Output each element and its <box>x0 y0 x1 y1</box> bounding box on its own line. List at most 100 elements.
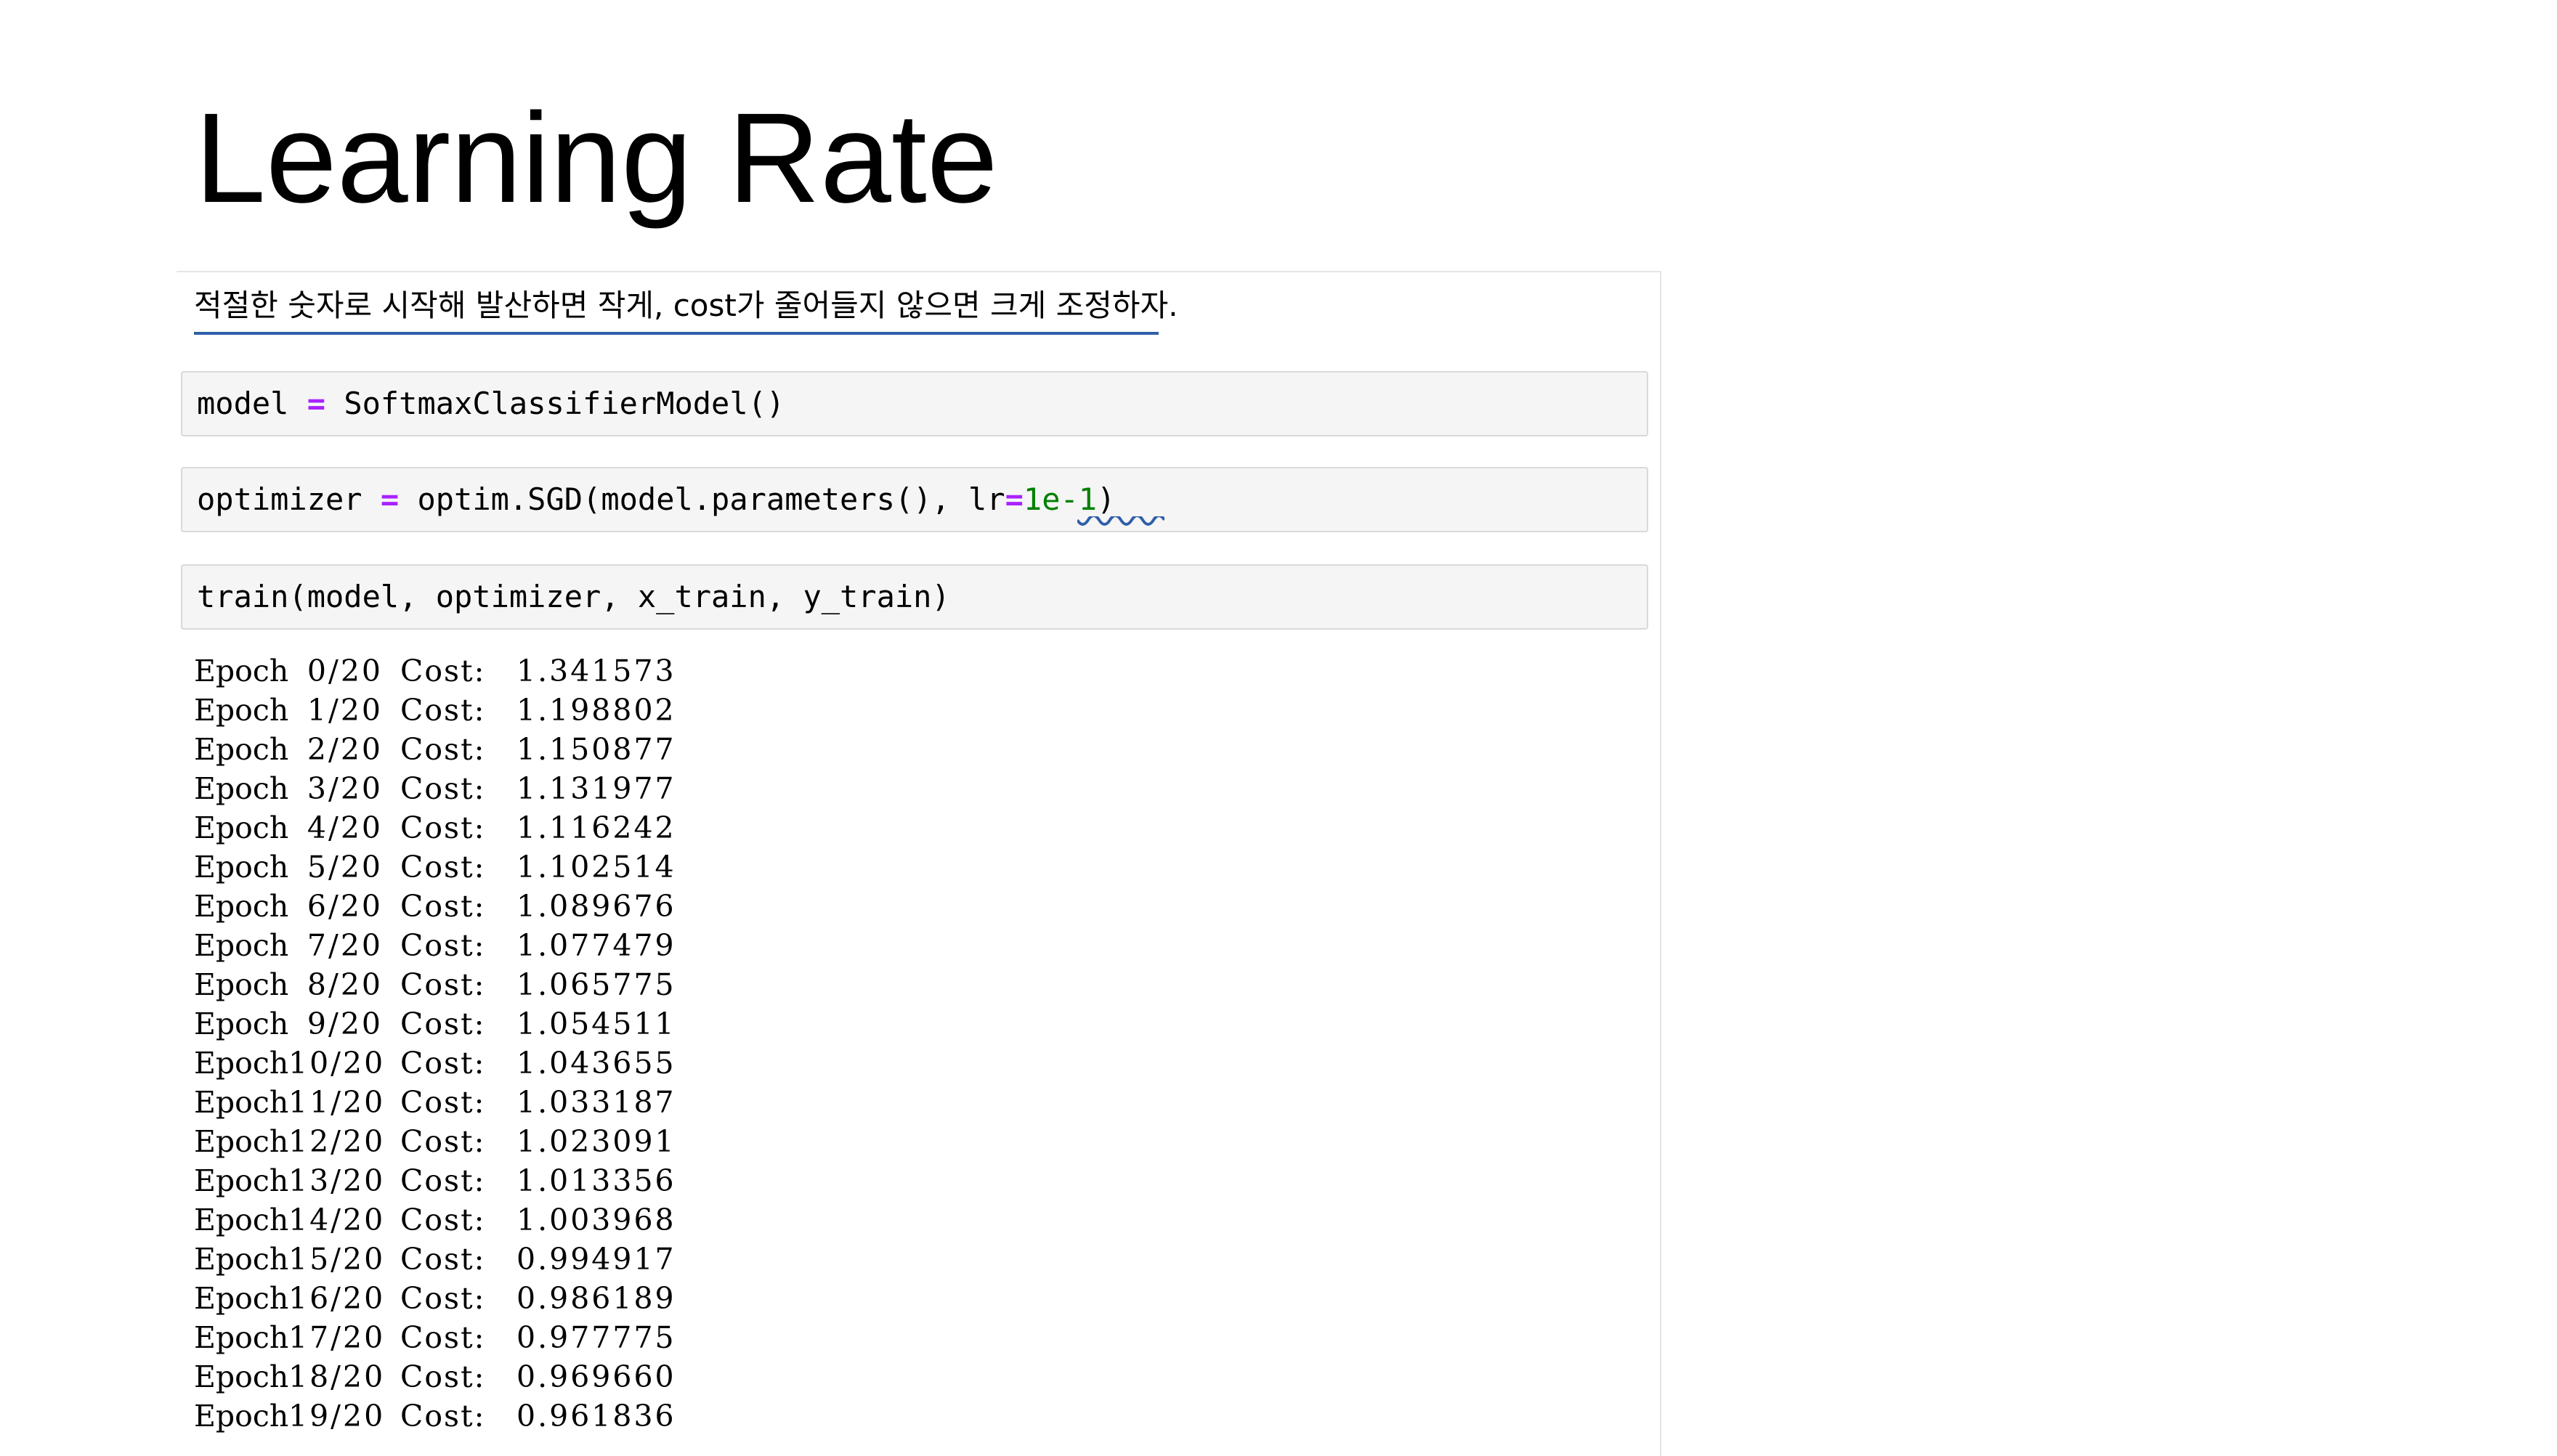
output-epoch-value: 14/20 <box>288 1203 386 1237</box>
code-cell-model[interactable]: model = SoftmaxClassifierModel() <box>181 371 1648 436</box>
output-cost-value: 1.116242 <box>516 810 676 845</box>
output-line: Epoch 3/20 Cost: 1.131977 <box>194 769 684 808</box>
output-line: Epoch 4/20 Cost: 1.116242 <box>194 808 684 847</box>
output-cost-label: Cost: <box>400 1281 486 1316</box>
output-cost-value: 1.102514 <box>516 850 676 884</box>
output-epoch-value: 17/20 <box>288 1320 386 1355</box>
output-epoch-word: Epoch <box>194 1006 289 1041</box>
output-line: Epoch 2/20 Cost: 1.150877 <box>194 730 684 769</box>
code-token-var: optimizer <box>197 481 362 517</box>
output-line: Epoch 8/20 Cost: 1.065775 <box>194 965 684 1004</box>
notebook-panel: 적절한 숫자로 시작해 발산하면 작게, cost가 줄어들지 않으면 크게 조… <box>177 271 1661 1456</box>
output-epoch-value: 9/20 <box>307 1006 383 1041</box>
output-line: Epoch 12/20 Cost: 1.023091 <box>194 1122 684 1161</box>
output-epoch-word: Epoch <box>194 850 289 884</box>
code-token-assign: = <box>307 386 326 421</box>
output-cost-value: 1.131977 <box>516 771 676 806</box>
output-cost-value: 0.986189 <box>516 1281 676 1316</box>
output-epoch-word: Epoch <box>194 889 289 924</box>
output-line: Epoch 17/20 Cost: 0.977775 <box>194 1318 684 1357</box>
output-cost-value: 1.033187 <box>516 1085 676 1120</box>
output-cost-label: Cost: <box>400 850 486 884</box>
output-line: Epoch 13/20 Cost: 1.013356 <box>194 1161 684 1200</box>
spellcheck-squiggle <box>1077 516 1164 526</box>
output-epoch-value: 7/20 <box>307 928 383 963</box>
output-epoch-value: 11/20 <box>288 1085 386 1120</box>
output-line: Epoch 11/20 Cost: 1.033187 <box>194 1083 684 1122</box>
output-cost-value: 1.341573 <box>516 654 676 688</box>
output-line: Epoch 7/20 Cost: 1.077479 <box>194 926 684 965</box>
output-cost-label: Cost: <box>400 1242 486 1277</box>
output-epoch-value: 0/20 <box>307 654 383 688</box>
output-epoch-value: 15/20 <box>288 1242 386 1277</box>
output-cost-label: Cost: <box>400 1359 486 1394</box>
output-cost-label: Cost: <box>400 1320 486 1355</box>
output-cost-label: Cost: <box>400 693 486 728</box>
output-line: Epoch 18/20 Cost: 0.969660 <box>194 1357 684 1396</box>
output-cost-value: 0.977775 <box>516 1320 676 1355</box>
code-optimizer: optimizer = optim.SGD(model.parameters()… <box>197 479 1115 521</box>
output-cost-value: 1.013356 <box>516 1163 676 1198</box>
output-line: Epoch 9/20 Cost: 1.054511 <box>194 1004 684 1044</box>
output-line: Epoch 0/20 Cost: 1.341573 <box>194 651 684 691</box>
code-cell-optimizer[interactable]: optimizer = optim.SGD(model.parameters()… <box>181 467 1648 532</box>
output-cost-value: 1.003968 <box>516 1203 676 1237</box>
output-cost-label: Cost: <box>400 1085 486 1120</box>
output-epoch-value: 1/20 <box>307 693 383 728</box>
output-cost-value: 1.065775 <box>516 967 676 1002</box>
output-epoch-word: Epoch <box>194 1085 289 1120</box>
output-epoch-word: Epoch <box>194 810 289 845</box>
output-cost-value: 1.054511 <box>516 1006 676 1041</box>
output-epoch-word: Epoch <box>194 1399 289 1433</box>
output-line: Epoch 16/20 Cost: 0.986189 <box>194 1279 684 1318</box>
output-cost-label: Cost: <box>400 967 486 1002</box>
output-line: Epoch 10/20 Cost: 1.043655 <box>194 1044 684 1083</box>
code-model: model = SoftmaxClassifierModel() <box>197 383 785 425</box>
output-cost-value: 0.969660 <box>516 1359 676 1394</box>
output-cost-label: Cost: <box>400 1006 486 1041</box>
code-token-call: optim.SGD(model.parameters(), lr <box>417 481 1005 517</box>
output-cost-label: Cost: <box>400 732 486 767</box>
output-epoch-value: 16/20 <box>288 1281 386 1316</box>
output-line: Epoch 5/20 Cost: 1.102514 <box>194 847 684 887</box>
output-cost-label: Cost: <box>400 771 486 806</box>
output-epoch-word: Epoch <box>194 693 289 728</box>
output-epoch-value: 12/20 <box>288 1124 386 1159</box>
cell-output: Epoch 0/20 Cost: 1.341573 Epoch 1/20 Cost: 1.19… <box>194 651 684 1436</box>
output-cost-value: 1.043655 <box>516 1046 676 1081</box>
output-epoch-value: 2/20 <box>307 732 383 767</box>
output-epoch-word: Epoch <box>194 1359 289 1394</box>
markdown-underline <box>194 332 1159 335</box>
output-line: Epoch 15/20 Cost: 0.994917 <box>194 1240 684 1279</box>
code-token-lr-value: 1e-1 <box>1023 481 1098 517</box>
code-token-var: model <box>197 386 289 421</box>
output-cost-value: 1.089676 <box>516 889 676 924</box>
output-epoch-word: Epoch <box>194 1046 289 1081</box>
slide-title: Learning Rate <box>195 87 998 229</box>
output-cost-value: 1.150877 <box>516 732 676 767</box>
output-epoch-word: Epoch <box>194 1203 289 1237</box>
output-epoch-word: Epoch <box>194 732 289 767</box>
output-epoch-word: Epoch <box>194 654 289 688</box>
output-cost-label: Cost: <box>400 810 486 845</box>
code-token-close-paren: ) <box>1097 481 1116 517</box>
output-epoch-word: Epoch <box>194 1124 289 1159</box>
output-epoch-word: Epoch <box>194 928 289 963</box>
output-epoch-word: Epoch <box>194 1163 289 1198</box>
output-epoch-value: 19/20 <box>288 1399 386 1433</box>
code-token-kwassign: = <box>1005 481 1024 517</box>
code-token-assign: = <box>380 481 400 517</box>
output-epoch-value: 3/20 <box>307 771 383 806</box>
output-epoch-word: Epoch <box>194 771 289 806</box>
output-epoch-word: Epoch <box>194 1281 289 1316</box>
output-epoch-value: 6/20 <box>307 889 383 924</box>
output-cost-value: 0.994917 <box>516 1242 676 1277</box>
code-cell-train[interactable]: train(model, optimizer, x_train, y_train… <box>181 564 1648 630</box>
output-line: Epoch 19/20 Cost: 0.961836 <box>194 1396 684 1436</box>
output-epoch-value: 8/20 <box>307 967 383 1002</box>
markdown-cell[interactable]: 적절한 숫자로 시작해 발산하면 작게, cost가 줄어들지 않으면 크게 조… <box>194 285 1178 326</box>
output-cost-label: Cost: <box>400 928 486 963</box>
output-line: Epoch 6/20 Cost: 1.089676 <box>194 887 684 926</box>
output-epoch-word: Epoch <box>194 967 289 1002</box>
output-epoch-value: 13/20 <box>288 1163 386 1198</box>
